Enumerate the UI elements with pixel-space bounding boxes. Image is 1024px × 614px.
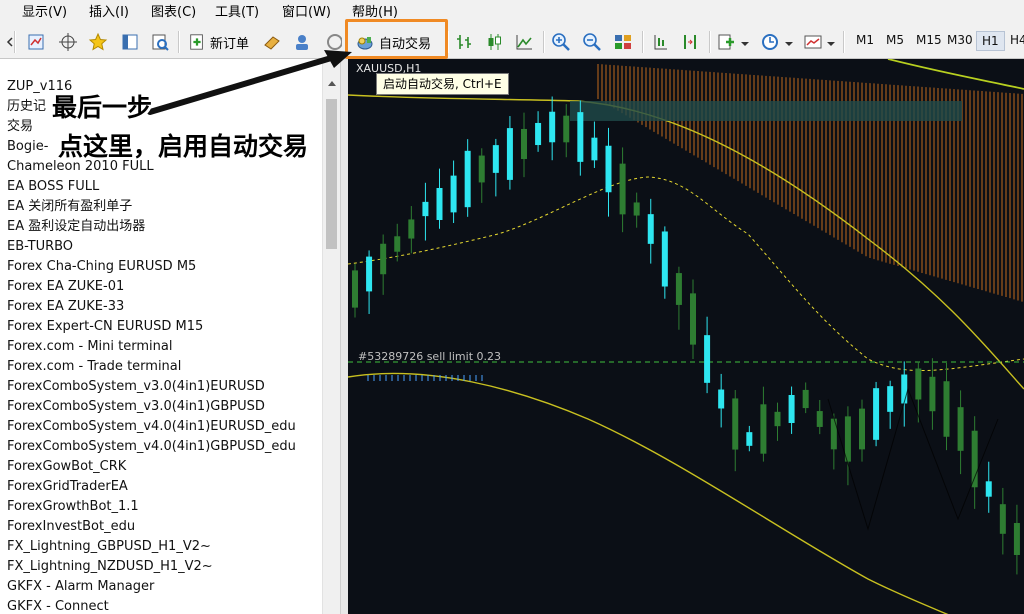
annotation-line1: 最后一步	[52, 93, 153, 122]
annotation-line2: 点这里，启用自动交易	[58, 132, 309, 161]
annotation-arrow	[147, 50, 352, 115]
